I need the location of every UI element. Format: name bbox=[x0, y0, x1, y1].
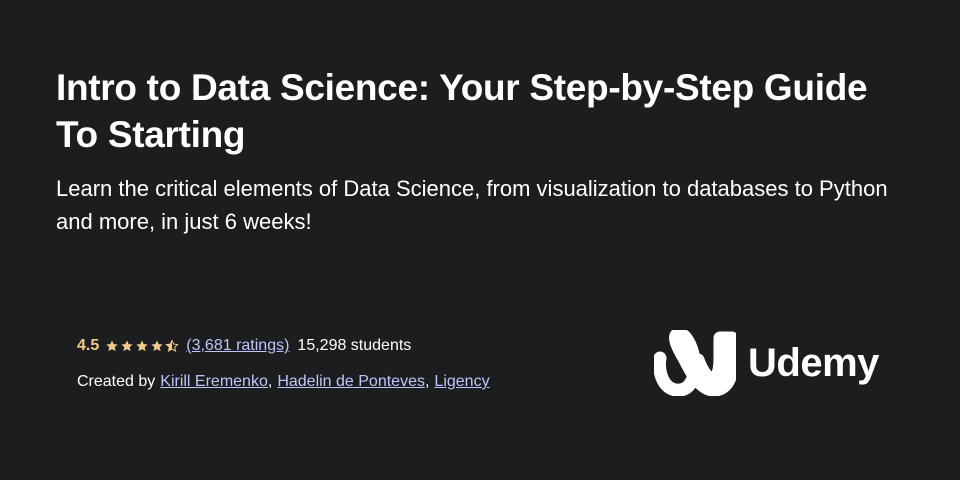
course-title: Intro to Data Science: Your Step-by-Step… bbox=[56, 67, 868, 155]
rating-value: 4.5 bbox=[77, 337, 100, 354]
students-count: 15,298 students bbox=[297, 337, 412, 354]
instructor-separator: , bbox=[424, 373, 430, 390]
course-headline: Learn the critical elements of Data Scie… bbox=[56, 176, 888, 234]
udemy-logo: Udemy bbox=[654, 330, 879, 396]
created-by-row: Created by Kirill Eremenko , Hadelin de … bbox=[77, 370, 490, 394]
created-by-label: Created by bbox=[77, 373, 156, 390]
udemy-wordmark: Udemy bbox=[748, 341, 879, 385]
instructor-link[interactable]: Hadelin de Ponteves bbox=[277, 373, 425, 391]
star-full-icon bbox=[135, 339, 149, 353]
ratings-count-link[interactable]: (3,681 ratings) bbox=[186, 337, 289, 355]
star-rating bbox=[105, 339, 180, 353]
rating-row: 4.5 (3,681 ratings) 15,298 students bbox=[77, 334, 411, 358]
instructor-separator: , bbox=[267, 373, 273, 390]
instructor-link[interactable]: Ligency bbox=[434, 373, 489, 391]
instructor-link[interactable]: Kirill Eremenko bbox=[160, 373, 268, 391]
star-full-icon bbox=[105, 339, 119, 353]
star-half-icon bbox=[165, 339, 180, 353]
star-full-icon bbox=[150, 339, 164, 353]
star-full-icon bbox=[120, 339, 134, 353]
udemy-logo-icon bbox=[654, 330, 736, 396]
